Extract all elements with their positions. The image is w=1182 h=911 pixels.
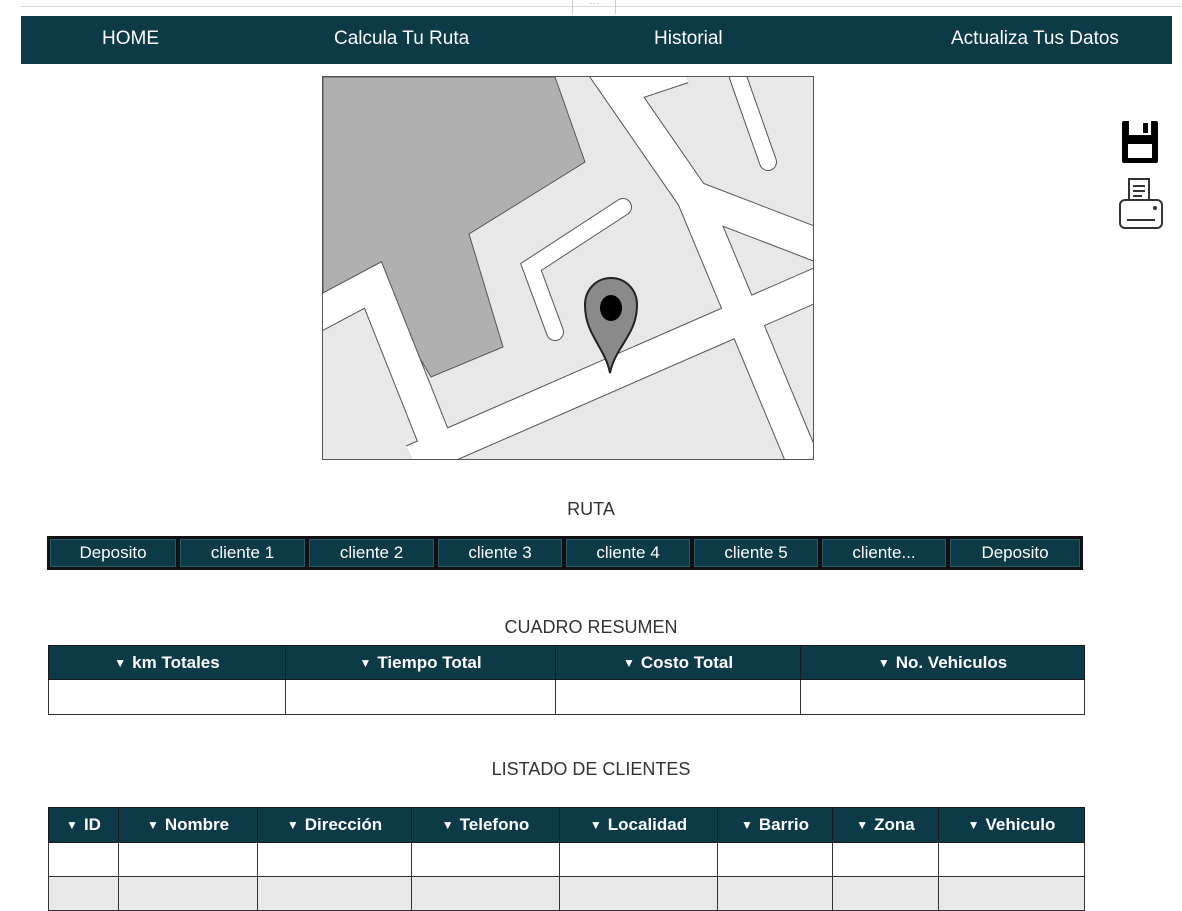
column-header-km-totales[interactable]: ▼ km Totales (48, 645, 286, 680)
table-cell[interactable] (559, 842, 718, 877)
table-cell[interactable] (717, 876, 833, 911)
nav-actualiza-tus-datos[interactable]: Actualiza Tus Datos (951, 16, 1119, 64)
sort-triangle-icon: ▼ (441, 818, 454, 832)
table-cell[interactable] (257, 842, 412, 877)
column-header-id[interactable]: ▼ ID (48, 807, 119, 843)
sort-triangle-icon: ▼ (741, 818, 753, 832)
table-row[interactable] (48, 842, 1085, 877)
nav-calcula-tu-ruta[interactable]: Calcula Tu Ruta (334, 16, 469, 64)
table-cell[interactable] (257, 876, 412, 911)
table-cell[interactable] (118, 842, 258, 877)
table-cell[interactable] (559, 876, 718, 911)
column-header-barrio[interactable]: ▼ Barrio (717, 807, 833, 843)
column-header-direccion[interactable]: ▼ Dirección (257, 807, 412, 843)
column-header-localidad[interactable]: ▼ Localidad (559, 807, 718, 843)
sort-triangle-icon: ▼ (359, 655, 372, 670)
table-cell[interactable] (832, 842, 939, 877)
route-stop[interactable]: cliente... (822, 539, 946, 567)
route-stop[interactable]: cliente 4 (566, 539, 690, 567)
clientes-title: LISTADO DE CLIENTES (491, 759, 691, 779)
table-cell[interactable] (555, 679, 801, 715)
route-stops-bar: Deposito cliente 1 cliente 2 cliente 3 c… (47, 536, 1083, 570)
resize-grip[interactable]: ··· (572, 0, 616, 14)
table-cell[interactable] (800, 679, 1085, 715)
table-cell[interactable] (717, 842, 833, 877)
nav-home[interactable]: HOME (102, 16, 159, 64)
clients-table: ▼ ID ▼ Nombre ▼ Dirección ▼ Telefono ▼ Locali… (48, 807, 1085, 911)
sort-triangle-icon: ▼ (856, 818, 869, 832)
column-header-zona[interactable]: ▼ Zona (832, 807, 939, 843)
table-cell[interactable] (48, 876, 119, 911)
save-icon[interactable] (1121, 120, 1159, 164)
map-graphic (323, 77, 813, 459)
route-stop[interactable]: Deposito (50, 539, 176, 567)
resumen-title: CUADRO RESUMEN (504, 617, 678, 637)
column-header-costo-total[interactable]: ▼ Costo Total (555, 645, 801, 680)
table-cell[interactable] (411, 876, 560, 911)
table-cell[interactable] (938, 842, 1085, 877)
ruta-title: RUTA (567, 499, 615, 519)
summary-table: ▼ km Totales ▼ Tiempo Total ▼ Costo Total ▼… (48, 645, 1085, 715)
sort-triangle-icon: ▼ (967, 818, 980, 832)
table-cell[interactable] (938, 876, 1085, 911)
table-cell[interactable] (48, 842, 119, 877)
table-cell[interactable] (411, 842, 560, 877)
route-stop[interactable]: Deposito (950, 539, 1080, 567)
table-cell[interactable] (285, 679, 556, 715)
sort-triangle-icon: ▼ (589, 818, 602, 832)
print-icon[interactable] (1118, 176, 1164, 234)
table-cell[interactable] (118, 876, 258, 911)
route-stop[interactable]: cliente 1 (180, 539, 305, 567)
sort-triangle-icon: ▼ (66, 818, 78, 832)
table-row[interactable] (48, 876, 1085, 911)
route-map[interactable] (322, 76, 814, 460)
column-header-no-vehiculos[interactable]: ▼ No. Vehiculos (800, 645, 1085, 680)
route-stop[interactable]: cliente 2 (309, 539, 434, 567)
route-stop[interactable]: cliente 3 (438, 539, 562, 567)
table-cell[interactable] (832, 876, 939, 911)
top-navbar: HOME Calcula Tu Ruta Historial Actualiza… (21, 16, 1172, 64)
table-cell[interactable] (48, 679, 286, 715)
sort-triangle-icon: ▼ (877, 655, 890, 670)
column-header-tiempo-total[interactable]: ▼ Tiempo Total (285, 645, 556, 680)
column-header-nombre[interactable]: ▼ Nombre (118, 807, 258, 843)
nav-historial[interactable]: Historial (654, 16, 723, 64)
route-stop[interactable]: cliente 5 (694, 539, 818, 567)
sort-triangle-icon: ▼ (286, 818, 299, 832)
table-row[interactable] (48, 679, 1085, 715)
column-header-telefono[interactable]: ▼ Telefono (411, 807, 560, 843)
sort-triangle-icon: ▼ (622, 655, 635, 670)
sort-triangle-icon: ▼ (146, 818, 159, 832)
column-header-vehiculo[interactable]: ▼ Vehiculo (938, 807, 1085, 843)
sort-triangle-icon: ▼ (114, 655, 127, 670)
